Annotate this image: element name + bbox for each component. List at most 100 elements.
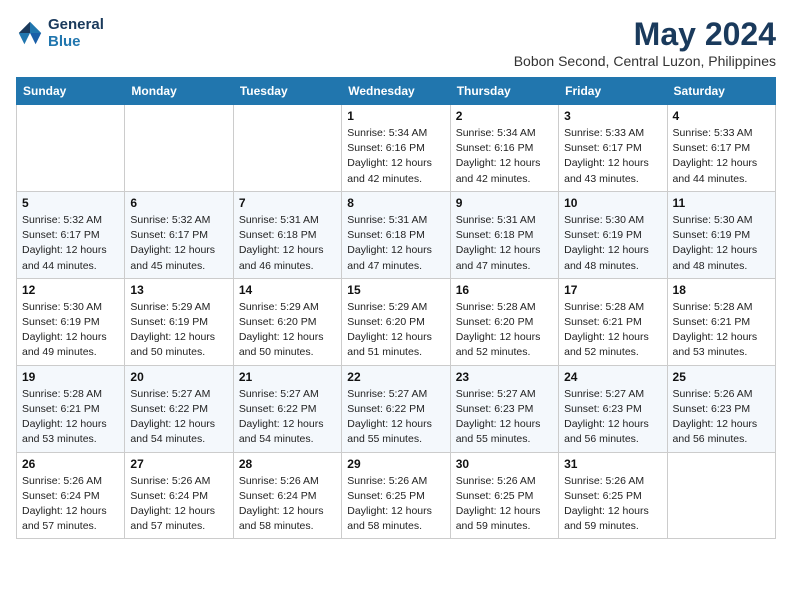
day-info: Sunrise: 5:26 AM Sunset: 6:25 PM Dayligh… xyxy=(347,474,444,535)
weekday-header: Sunday xyxy=(17,78,125,105)
logo-text: General Blue xyxy=(48,16,104,50)
calendar-week-row: 19 Sunrise: 5:28 AM Sunset: 6:21 PM Dayli… xyxy=(17,365,776,452)
calendar-cell: 28 Sunrise: 5:26 AM Sunset: 6:24 PM Dayli… xyxy=(233,452,341,539)
day-number: 26 xyxy=(22,457,119,471)
day-info: Sunrise: 5:26 AM Sunset: 6:25 PM Dayligh… xyxy=(564,474,661,535)
day-info: Sunrise: 5:28 AM Sunset: 6:20 PM Dayligh… xyxy=(456,300,553,361)
calendar-cell: 17 Sunrise: 5:28 AM Sunset: 6:21 PM Dayli… xyxy=(559,278,667,365)
calendar-cell: 24 Sunrise: 5:27 AM Sunset: 6:23 PM Dayli… xyxy=(559,365,667,452)
day-info: Sunrise: 5:32 AM Sunset: 6:17 PM Dayligh… xyxy=(22,213,119,274)
calendar-cell xyxy=(233,105,341,192)
day-info: Sunrise: 5:26 AM Sunset: 6:24 PM Dayligh… xyxy=(239,474,336,535)
day-info: Sunrise: 5:28 AM Sunset: 6:21 PM Dayligh… xyxy=(673,300,770,361)
day-number: 21 xyxy=(239,370,336,384)
calendar-cell: 9Sunrise: 5:31 AM Sunset: 6:18 PM Daylig… xyxy=(450,191,558,278)
day-number: 10 xyxy=(564,196,661,210)
calendar-cell: 31 Sunrise: 5:26 AM Sunset: 6:25 PM Dayli… xyxy=(559,452,667,539)
day-number: 17 xyxy=(564,283,661,297)
day-info: Sunrise: 5:32 AM Sunset: 6:17 PM Dayligh… xyxy=(130,213,227,274)
day-number: 28 xyxy=(239,457,336,471)
weekday-header: Saturday xyxy=(667,78,775,105)
day-info: Sunrise: 5:27 AM Sunset: 6:22 PM Dayligh… xyxy=(347,387,444,448)
calendar-cell: 6 Sunrise: 5:32 AM Sunset: 6:17 PM Daylig… xyxy=(125,191,233,278)
day-info: Sunrise: 5:26 AM Sunset: 6:25 PM Dayligh… xyxy=(456,474,553,535)
calendar-cell: 14 Sunrise: 5:29 AM Sunset: 6:20 PM Dayli… xyxy=(233,278,341,365)
day-number: 20 xyxy=(130,370,227,384)
calendar-cell: 27Sunrise: 5:26 AM Sunset: 6:24 PM Dayli… xyxy=(125,452,233,539)
day-info: Sunrise: 5:31 AM Sunset: 6:18 PM Dayligh… xyxy=(239,213,336,274)
day-info: Sunrise: 5:27 AM Sunset: 6:22 PM Dayligh… xyxy=(239,387,336,448)
weekday-header-row: SundayMondayTuesdayWednesdayThursdayFrid… xyxy=(17,78,776,105)
day-info: Sunrise: 5:34 AM Sunset: 6:16 PM Dayligh… xyxy=(347,126,444,187)
calendar-cell: 18 Sunrise: 5:28 AM Sunset: 6:21 PM Dayli… xyxy=(667,278,775,365)
calendar-cell: 16Sunrise: 5:28 AM Sunset: 6:20 PM Dayli… xyxy=(450,278,558,365)
day-info: Sunrise: 5:28 AM Sunset: 6:21 PM Dayligh… xyxy=(564,300,661,361)
calendar-cell: 20 Sunrise: 5:27 AM Sunset: 6:22 PM Dayli… xyxy=(125,365,233,452)
calendar-cell: 15 Sunrise: 5:29 AM Sunset: 6:20 PM Dayli… xyxy=(342,278,450,365)
day-number: 22 xyxy=(347,370,444,384)
calendar-cell: 4Sunrise: 5:33 AM Sunset: 6:17 PM Daylig… xyxy=(667,105,775,192)
calendar-week-row: 26 Sunrise: 5:26 AM Sunset: 6:24 PM Dayli… xyxy=(17,452,776,539)
day-number: 6 xyxy=(130,196,227,210)
calendar-cell xyxy=(667,452,775,539)
calendar-cell: 7 Sunrise: 5:31 AM Sunset: 6:18 PM Daylig… xyxy=(233,191,341,278)
day-info: Sunrise: 5:27 AM Sunset: 6:22 PM Dayligh… xyxy=(130,387,227,448)
day-info: Sunrise: 5:31 AM Sunset: 6:18 PM Dayligh… xyxy=(456,213,553,274)
day-number: 1 xyxy=(347,109,444,123)
day-info: Sunrise: 5:26 AM Sunset: 6:24 PM Dayligh… xyxy=(22,474,119,535)
calendar-cell: 25Sunrise: 5:26 AM Sunset: 6:23 PM Dayli… xyxy=(667,365,775,452)
calendar-cell: 21 Sunrise: 5:27 AM Sunset: 6:22 PM Dayli… xyxy=(233,365,341,452)
calendar-cell: 2 Sunrise: 5:34 AM Sunset: 6:16 PM Daylig… xyxy=(450,105,558,192)
calendar-week-row: 5 Sunrise: 5:32 AM Sunset: 6:17 PM Daylig… xyxy=(17,191,776,278)
calendar-week-row: 1 Sunrise: 5:34 AM Sunset: 6:16 PM Daylig… xyxy=(17,105,776,192)
day-info: Sunrise: 5:28 AM Sunset: 6:21 PM Dayligh… xyxy=(22,387,119,448)
day-info: Sunrise: 5:29 AM Sunset: 6:20 PM Dayligh… xyxy=(239,300,336,361)
day-number: 24 xyxy=(564,370,661,384)
weekday-header: Monday xyxy=(125,78,233,105)
calendar-table: SundayMondayTuesdayWednesdayThursdayFrid… xyxy=(16,77,776,539)
day-info: Sunrise: 5:30 AM Sunset: 6:19 PM Dayligh… xyxy=(22,300,119,361)
day-number: 19 xyxy=(22,370,119,384)
day-number: 18 xyxy=(673,283,770,297)
calendar-cell: 11 Sunrise: 5:30 AM Sunset: 6:19 PM Dayli… xyxy=(667,191,775,278)
weekday-header: Thursday xyxy=(450,78,558,105)
day-info: Sunrise: 5:27 AM Sunset: 6:23 PM Dayligh… xyxy=(564,387,661,448)
day-number: 13 xyxy=(130,283,227,297)
day-info: Sunrise: 5:31 AM Sunset: 6:18 PM Dayligh… xyxy=(347,213,444,274)
day-number: 11 xyxy=(673,196,770,210)
weekday-header: Friday xyxy=(559,78,667,105)
calendar-week-row: 12Sunrise: 5:30 AM Sunset: 6:19 PM Dayli… xyxy=(17,278,776,365)
day-number: 23 xyxy=(456,370,553,384)
day-info: Sunrise: 5:30 AM Sunset: 6:19 PM Dayligh… xyxy=(673,213,770,274)
title-block: May 2024 Bobon Second, Central Luzon, Ph… xyxy=(514,16,776,69)
day-number: 7 xyxy=(239,196,336,210)
calendar-cell xyxy=(17,105,125,192)
weekday-header: Wednesday xyxy=(342,78,450,105)
day-info: Sunrise: 5:34 AM Sunset: 6:16 PM Dayligh… xyxy=(456,126,553,187)
day-number: 31 xyxy=(564,457,661,471)
calendar-cell: 26 Sunrise: 5:26 AM Sunset: 6:24 PM Dayli… xyxy=(17,452,125,539)
page-header: General Blue May 2024 Bobon Second, Cent… xyxy=(16,16,776,69)
day-number: 27 xyxy=(130,457,227,471)
logo: General Blue xyxy=(16,16,104,50)
weekday-header: Tuesday xyxy=(233,78,341,105)
calendar-cell: 10 Sunrise: 5:30 AM Sunset: 6:19 PM Dayli… xyxy=(559,191,667,278)
day-info: Sunrise: 5:30 AM Sunset: 6:19 PM Dayligh… xyxy=(564,213,661,274)
calendar-cell: 1 Sunrise: 5:34 AM Sunset: 6:16 PM Daylig… xyxy=(342,105,450,192)
day-info: Sunrise: 5:27 AM Sunset: 6:23 PM Dayligh… xyxy=(456,387,553,448)
calendar-cell: 8Sunrise: 5:31 AM Sunset: 6:18 PM Daylig… xyxy=(342,191,450,278)
calendar-cell xyxy=(125,105,233,192)
calendar-cell: 30Sunrise: 5:26 AM Sunset: 6:25 PM Dayli… xyxy=(450,452,558,539)
day-number: 5 xyxy=(22,196,119,210)
day-info: Sunrise: 5:33 AM Sunset: 6:17 PM Dayligh… xyxy=(564,126,661,187)
calendar-cell: 5 Sunrise: 5:32 AM Sunset: 6:17 PM Daylig… xyxy=(17,191,125,278)
logo-icon xyxy=(16,19,44,47)
day-number: 14 xyxy=(239,283,336,297)
month-year: May 2024 xyxy=(514,16,776,53)
day-info: Sunrise: 5:29 AM Sunset: 6:20 PM Dayligh… xyxy=(347,300,444,361)
day-number: 29 xyxy=(347,457,444,471)
day-number: 4 xyxy=(673,109,770,123)
day-number: 2 xyxy=(456,109,553,123)
day-number: 15 xyxy=(347,283,444,297)
calendar-cell: 23 Sunrise: 5:27 AM Sunset: 6:23 PM Dayli… xyxy=(450,365,558,452)
